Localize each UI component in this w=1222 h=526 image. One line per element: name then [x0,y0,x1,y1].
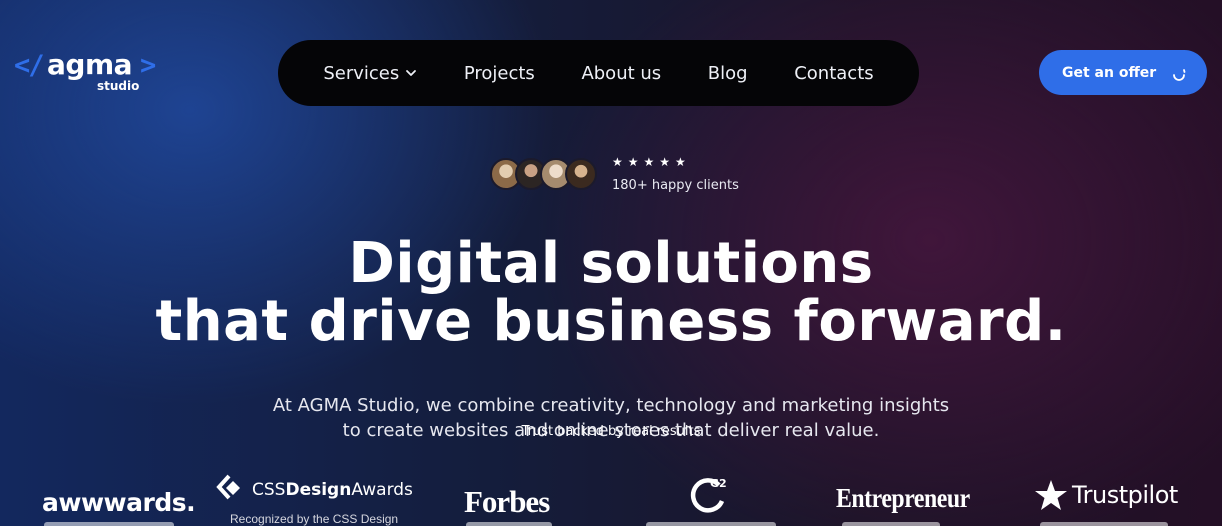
nav-item-label: Services [323,62,400,84]
nav-item-projects[interactable]: Projects [464,63,535,84]
headline-line: that drive business forward. [155,289,1067,354]
main-navigation: Services Projects About us Blog Contacts [278,40,919,106]
nav-item-label: Blog [707,62,748,84]
g2-logo: G2 [690,477,727,513]
trustpilot-logo: Trustpilot [1034,478,1178,512]
trustpilot-wordmark: Trustpilot [1072,481,1178,509]
client-avatars [490,158,602,192]
brand-logo[interactable]: </ agma > studio [14,48,164,98]
rating-stars: ★★★★★ [612,155,691,169]
forbes-caption-cut [466,522,552,526]
awwwards-logo: awwwards. [42,488,196,517]
nav-item-label: About us [581,62,662,84]
logo-subtitle: studio [97,79,140,93]
svg-text:G2: G2 [710,477,727,490]
trustpilot-caption-cut [1040,522,1168,526]
trust-label: Trust backed by real results [521,424,701,439]
forbes-logo: Forbes [464,484,550,519]
cssda-wordmark: CSSDesignAwards [252,480,413,500]
cssda-caption: Recognized by the CSS Design [230,512,399,526]
nav-item-label: Projects [463,62,535,84]
nav-item-blog[interactable]: Blog [708,63,748,84]
avatar [565,158,597,190]
headline-line: Digital solutions [348,231,874,296]
logo-wordmark: agma [47,48,133,81]
logo-open-bracket: </ [14,50,44,81]
chevron-down-icon [406,70,417,76]
cta-label: Get an offer [1062,64,1157,81]
star-icon [1035,480,1067,510]
nav-item-contacts[interactable]: Contacts [794,63,873,84]
nav-item-services[interactable]: Services [323,63,417,84]
hero-headline: Digital solutions that drive business fo… [0,235,1222,351]
logo-close-bracket: > [140,50,157,81]
entrepreneur-logo: Entrepreneur [836,483,970,513]
subtext-line: At AGMA Studio, we combine creativity, t… [272,395,950,416]
nav-item-about-us[interactable]: About us [581,63,661,84]
happy-clients-text: 180+ happy clients [612,178,739,193]
award-logos: awwwards. CSSDesignAwards Recognized by … [0,470,1222,526]
get-an-offer-button[interactable]: Get an offer [1039,50,1207,95]
nav-item-label: Contacts [794,62,874,84]
g2-caption-cut [646,522,776,526]
entrepreneur-caption-cut [842,522,940,526]
loading-spinner-icon [1173,69,1186,81]
cssda-diamond-icon [216,474,240,500]
awwwards-caption-cut [44,522,174,526]
